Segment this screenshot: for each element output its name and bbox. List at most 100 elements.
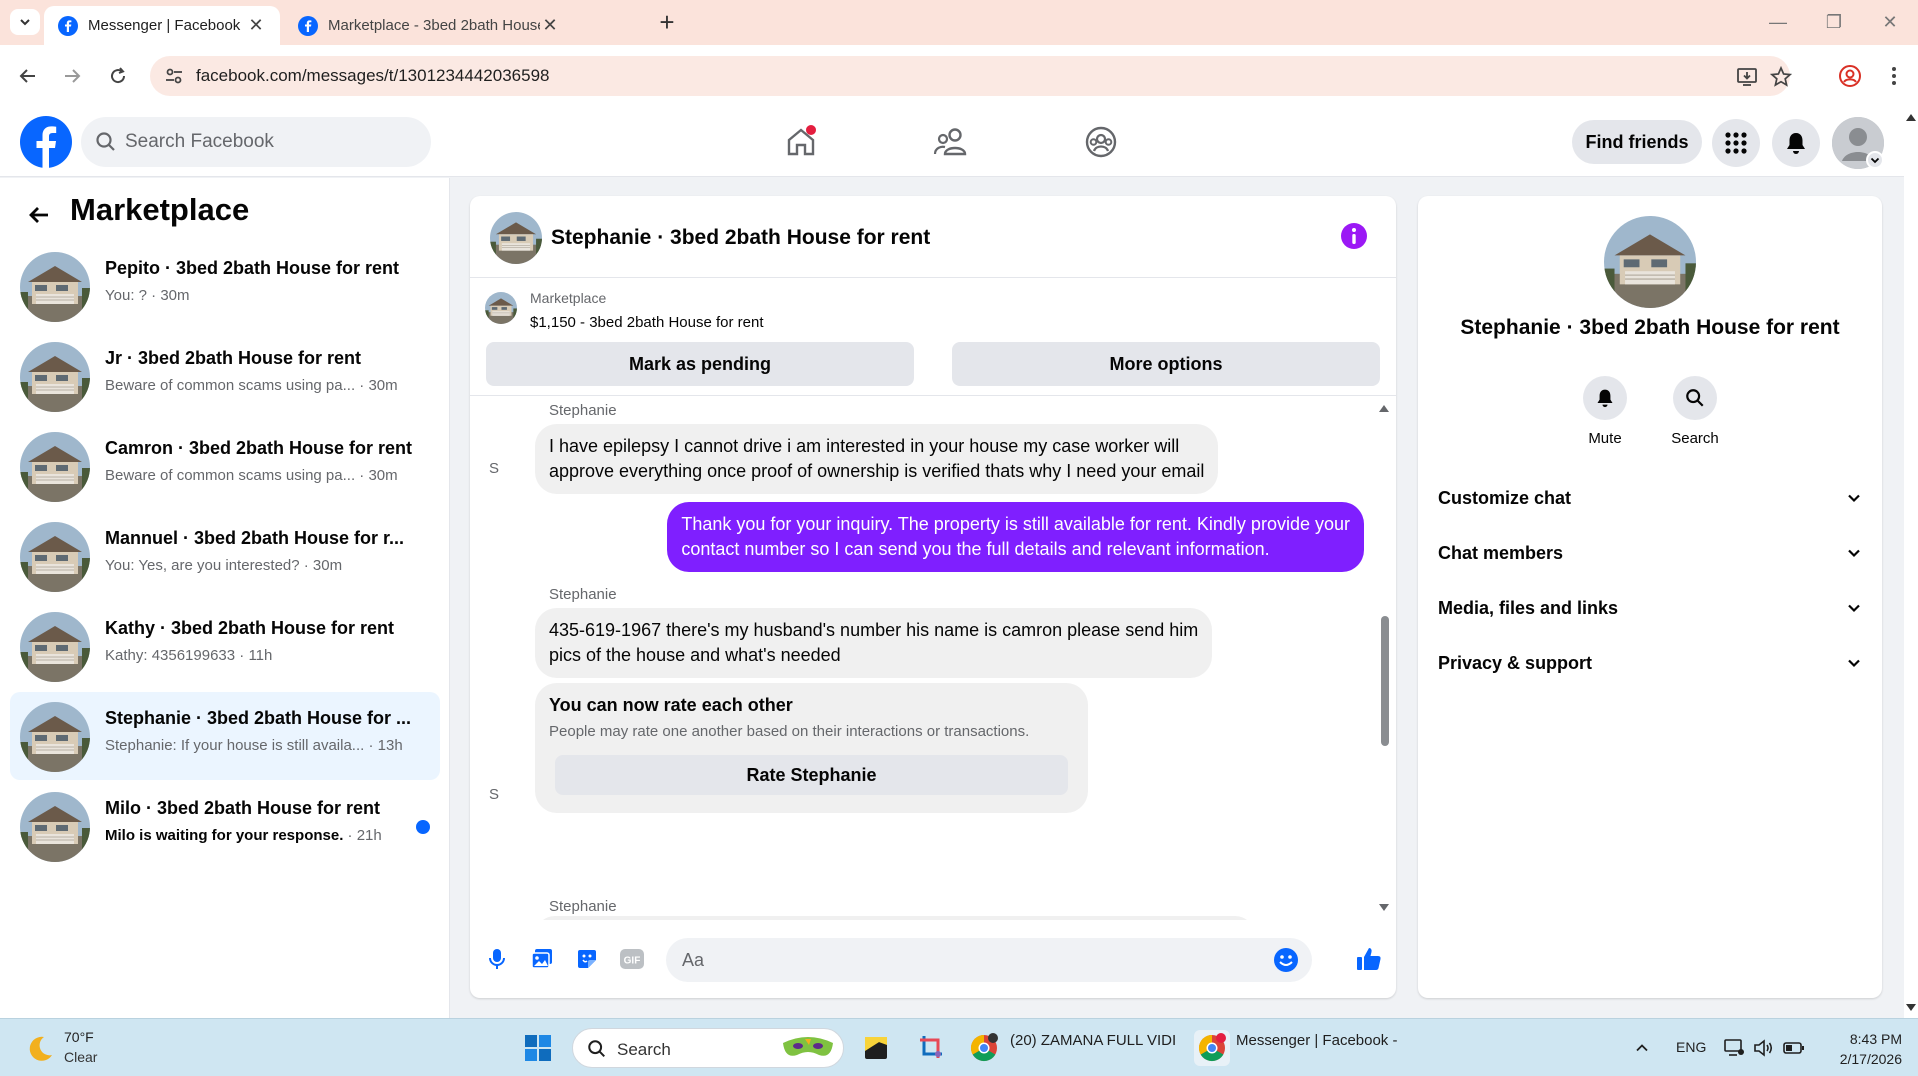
message-sender: Stephanie	[549, 402, 617, 419]
rate-stephanie-button[interactable]: Rate Stephanie	[555, 755, 1068, 795]
message-input-box[interactable]	[666, 938, 1312, 982]
listing-price-title[interactable]: $1,150 - 3bed 2bath House for rent	[530, 314, 764, 331]
marketplace-listing-bar: Marketplace $1,150 - 3bed 2bath House fo…	[470, 278, 1396, 396]
incoming-message[interactable]: I have epilepsy I cannot drive i am inte…	[535, 424, 1219, 494]
back-button[interactable]	[10, 58, 46, 94]
chat-avatar[interactable]	[490, 212, 542, 264]
section-customize-chat[interactable]: Customize chat	[1438, 476, 1862, 520]
emoji-icon[interactable]	[1272, 946, 1300, 974]
conversation-item[interactable]: Mannuel · 3bed 2bath House for r... You:…	[10, 512, 440, 600]
show-hidden-icons-button[interactable]	[1624, 1030, 1660, 1066]
conversation-item-selected[interactable]: Stephanie · 3bed 2bath House for ... Ste…	[10, 692, 440, 780]
address-bar[interactable]: facebook.com/messages/t/1301234442036598	[150, 56, 1792, 96]
photo-icon	[531, 949, 552, 969]
mark-as-pending-button[interactable]: Mark as pending	[486, 342, 914, 386]
mute-button[interactable]	[1583, 376, 1627, 420]
facebook-logo-icon[interactable]	[20, 116, 72, 168]
info-icon[interactable]	[1340, 222, 1368, 250]
system-clock[interactable]: 8:43 PM 2/17/2026	[1812, 1029, 1902, 1069]
install-app-button[interactable]	[1734, 64, 1760, 90]
avatar-icon	[1832, 117, 1884, 169]
taskbar-app-title[interactable]: Messenger | Facebook -	[1236, 1032, 1397, 1049]
conversation-item[interactable]: Kathy · 3bed 2bath House for rent Kathy:…	[10, 602, 440, 690]
scroll-up-icon[interactable]	[1904, 111, 1918, 123]
sticky-notes-app[interactable]	[858, 1030, 894, 1066]
listing-thumbnail	[20, 702, 90, 772]
conversation-item[interactable]: Milo · 3bed 2bath House for rent Milo is…	[10, 782, 440, 870]
minimize-button[interactable]: —	[1750, 0, 1806, 45]
search-action[interactable]: Search	[1650, 376, 1740, 447]
incoming-message[interactable]: 435-619-1967 there's my husband's number…	[535, 608, 1213, 678]
outgoing-message[interactable]: Thank you for your inquiry. The property…	[667, 502, 1364, 572]
tab-search-dropdown[interactable]	[10, 9, 40, 35]
clock-time: 8:43 PM	[1849, 1031, 1902, 1047]
start-button[interactable]	[520, 1030, 556, 1066]
mute-action[interactable]: Mute	[1560, 376, 1650, 447]
tab-marketplace[interactable]: Marketplace - 3bed 2bath House for rent …	[284, 6, 640, 45]
preview-text: Milo is waiting for your response.	[105, 827, 344, 844]
profile-avatar[interactable]	[1604, 216, 1696, 308]
conversation-item[interactable]: Jr · 3bed 2bath House for rent Beware of…	[10, 332, 440, 420]
chrome-app-youtube[interactable]	[966, 1030, 1002, 1066]
send-like-button[interactable]	[1354, 944, 1384, 974]
profile-button[interactable]	[1832, 58, 1868, 94]
section-media-files-links[interactable]: Media, files and links	[1438, 586, 1862, 630]
search-in-chat-button[interactable]	[1673, 376, 1717, 420]
section-chat-members[interactable]: Chat members	[1438, 531, 1862, 575]
rate-card-description: People may rate one another based on the…	[549, 723, 1030, 740]
bookmark-star-button[interactable]	[1768, 64, 1794, 90]
section-privacy-support[interactable]: Privacy & support	[1438, 641, 1862, 685]
scrollbar-thumb[interactable]	[1381, 616, 1389, 746]
menu-button[interactable]	[1712, 119, 1760, 167]
message-input[interactable]	[682, 938, 1242, 982]
scroll-down-icon[interactable]	[1904, 1002, 1918, 1014]
facebook-header: Find friends	[0, 107, 1904, 177]
chrome-app-messenger[interactable]	[1194, 1030, 1230, 1066]
conversation-item[interactable]: Camron · 3bed 2bath House for rent Bewar…	[10, 422, 440, 510]
message-line: approve everything once proof of ownersh…	[549, 461, 1205, 481]
chat-title[interactable]: Stephanie · 3bed 2bath House for rent	[551, 226, 930, 250]
search-input[interactable]	[125, 117, 415, 167]
nav-groups[interactable]	[1076, 119, 1126, 165]
taskbar-search[interactable]: Search	[572, 1028, 844, 1068]
home-icon	[787, 125, 816, 156]
restore-button[interactable]: ❐	[1806, 0, 1862, 45]
voice-clip-button[interactable]	[482, 944, 512, 974]
sticker-button[interactable]	[572, 944, 602, 974]
back-button[interactable]	[22, 198, 56, 232]
find-friends-button[interactable]: Find friends	[1572, 120, 1702, 164]
tab-messenger[interactable]: Messenger | Facebook ✕	[44, 6, 280, 45]
gif-button[interactable]: GIF	[617, 944, 647, 974]
chat-panel: Stephanie · 3bed 2bath House for rent Ma…	[470, 196, 1396, 998]
input-language[interactable]: ENG	[1676, 1039, 1706, 1055]
forward-button[interactable]	[54, 58, 90, 94]
nav-friends[interactable]	[926, 119, 976, 165]
site-info-icon[interactable]	[162, 64, 186, 88]
nav-home[interactable]	[776, 119, 826, 165]
notifications-button[interactable]	[1772, 119, 1820, 167]
snipping-tool-app[interactable]	[914, 1030, 950, 1066]
account-button[interactable]	[1832, 117, 1884, 169]
browser-menu-button[interactable]	[1876, 58, 1912, 94]
taskbar-app-title[interactable]: (20) ZAMANA FULL VIDI	[1010, 1032, 1176, 1049]
more-options-button[interactable]: More options	[952, 342, 1380, 386]
page-scrollbar[interactable]	[1904, 107, 1918, 1018]
scroll-down-icon[interactable]	[1377, 902, 1391, 914]
close-tab-icon[interactable]: ✕	[246, 15, 266, 36]
scroll-up-icon[interactable]	[1377, 402, 1391, 414]
message-scrollbar[interactable]	[1377, 402, 1391, 914]
conversation-item[interactable]: Pepito · 3bed 2bath House for rent You: …	[10, 242, 440, 330]
grid-menu-icon	[1725, 132, 1747, 154]
close-window-button[interactable]: ✕	[1862, 0, 1918, 45]
chevron-down-icon	[1848, 494, 1860, 503]
close-tab-icon[interactable]: ✕	[540, 15, 560, 36]
facebook-search[interactable]	[81, 117, 431, 167]
facebook-favicon-icon	[58, 15, 78, 36]
attach-media-button[interactable]	[527, 944, 557, 974]
gif-icon: GIF	[620, 949, 644, 969]
new-tab-button[interactable]: +	[652, 8, 682, 38]
message-thread[interactable]: Stephanie S I have epilepsy I cannot dri…	[470, 396, 1396, 920]
battery-status[interactable]	[1776, 1030, 1812, 1066]
speaker-icon	[1754, 1039, 1773, 1057]
reload-button[interactable]	[100, 58, 136, 94]
